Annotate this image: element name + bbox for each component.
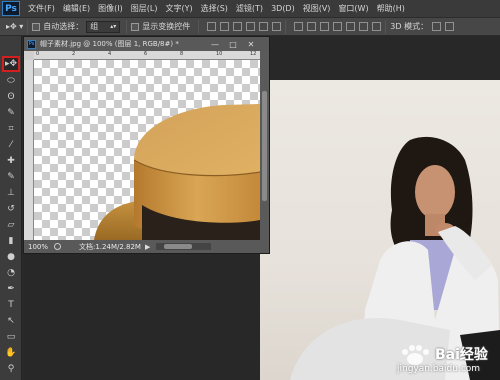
- menu-image[interactable]: 图像(I): [98, 3, 123, 14]
- watermark-brand: Bai经验: [435, 347, 488, 363]
- options-divider: [126, 19, 128, 34]
- maximize-icon[interactable]: □: [225, 39, 241, 50]
- align-left-icon[interactable]: [246, 22, 256, 31]
- blur-tool-icon[interactable]: ●: [4, 250, 18, 264]
- menu-help[interactable]: 帮助(H): [377, 3, 405, 14]
- distribute-top-icon[interactable]: [294, 22, 304, 31]
- ruler-tick-label: 0: [36, 51, 40, 57]
- distribute-left-icon[interactable]: [333, 22, 343, 31]
- show-transform-label: 显示变换控件: [142, 22, 191, 31]
- 3d-rotate-icon[interactable]: [432, 22, 442, 31]
- align-vcenter-icon[interactable]: [220, 22, 230, 31]
- pen-tool-icon[interactable]: ✒: [4, 282, 18, 296]
- document-title: 帽子素材.jpg @ 100% (图层 1, RGB/8#) *: [40, 40, 179, 48]
- menu-file[interactable]: 文件(F): [28, 3, 55, 14]
- menu-select[interactable]: 选择(S): [201, 3, 228, 14]
- document-window[interactable]: Ps 帽子素材.jpg @ 100% (图层 1, RGB/8#) * — □ …: [23, 36, 270, 254]
- photoshop-window: Ps 文件(F) 编辑(E) 图像(I) 图层(L) 文字(Y) 选择(S) 滤…: [0, 0, 500, 380]
- clone-stamp-tool-icon[interactable]: ⊥: [4, 186, 18, 200]
- move-tool-preset-icon[interactable]: ▸✥ ▾: [6, 22, 23, 31]
- woman-photo-document[interactable]: [260, 80, 500, 380]
- align-bottom-icon[interactable]: [233, 22, 243, 31]
- path-select-tool-icon[interactable]: ↖: [4, 314, 18, 328]
- eraser-tool-icon[interactable]: ▱: [4, 218, 18, 232]
- auto-select-value: 组: [90, 22, 99, 31]
- align-top-icon[interactable]: [207, 22, 217, 31]
- dodge-tool-icon[interactable]: ◔: [4, 266, 18, 280]
- baidu-watermark: Bai经验 jingyan.baidu.com: [397, 344, 497, 378]
- gradient-tool-icon[interactable]: ▮: [4, 234, 18, 248]
- shape-tool-icon[interactable]: ▭: [4, 330, 18, 344]
- menu-filter[interactable]: 滤镜(T): [236, 3, 263, 14]
- horizontal-ruler[interactable]: 0 2 4 6 8 10 12: [34, 51, 260, 60]
- zoom-level[interactable]: 100%: [28, 243, 50, 251]
- watermark-url: jingyan.baidu.com: [397, 364, 481, 374]
- auto-select-dropdown[interactable]: 组 ▴▾: [86, 20, 121, 33]
- paw-icon: [402, 345, 429, 365]
- lasso-tool-icon[interactable]: ʘ: [4, 90, 18, 104]
- menu-layer[interactable]: 图层(L): [131, 3, 158, 14]
- menu-edit[interactable]: 编辑(E): [63, 3, 90, 14]
- ruler-tick-label: 6: [144, 51, 148, 57]
- horizontal-scroll-thumb[interactable]: [164, 244, 193, 249]
- marquee-tool-icon[interactable]: ⬭: [4, 74, 18, 88]
- ruler-tick-label: 8: [180, 51, 184, 57]
- vertical-scrollbar[interactable]: [260, 51, 269, 240]
- tools-panel: ▸✥ ⬭ ʘ ✎ ⌗ ⁄ ✚ ✎ ⊥ ↺ ▱ ▮ ● ◔ ✒ T ↖ ▭ ✋ ⚲: [0, 36, 22, 380]
- vertical-ruler[interactable]: [24, 60, 34, 240]
- minimize-icon[interactable]: —: [207, 39, 223, 50]
- woman-photo: [290, 136, 500, 380]
- align-hcenter-icon[interactable]: [259, 22, 269, 31]
- menu-type[interactable]: 文字(Y): [165, 3, 192, 14]
- horizontal-scrollbar[interactable]: [156, 243, 212, 250]
- options-divider: [385, 19, 387, 34]
- ps-logo-icon: Ps: [2, 1, 20, 16]
- options-divider: [27, 19, 29, 34]
- hat-canvas[interactable]: [34, 60, 260, 240]
- document-status-bar: 100% 文档:1.24M/2.82M ▶: [24, 240, 269, 253]
- menu-3d[interactable]: 3D(D): [271, 4, 295, 13]
- eyedropper-tool-icon[interactable]: ⁄: [4, 138, 18, 152]
- distribute-vcenter-icon[interactable]: [307, 22, 317, 31]
- quick-select-tool-icon[interactable]: ✎: [4, 106, 18, 120]
- close-icon[interactable]: ✕: [243, 38, 259, 50]
- menu-view[interactable]: 视图(V): [303, 3, 331, 14]
- ruler-tick-label: 12: [250, 51, 257, 57]
- menu-bar: Ps 文件(F) 编辑(E) 图像(I) 图层(L) 文字(Y) 选择(S) 滤…: [0, 0, 500, 17]
- chevron-down-icon: ▴▾: [110, 23, 117, 30]
- auto-select-checkbox[interactable]: [32, 22, 41, 31]
- auto-select-label: 自动选择：: [43, 22, 84, 31]
- zoom-tool-icon[interactable]: ⚲: [4, 362, 18, 376]
- 3d-roll-icon[interactable]: [445, 22, 455, 31]
- distribute-hcenter-icon[interactable]: [346, 22, 356, 31]
- straw-hat-image: [94, 104, 260, 240]
- ruler-origin[interactable]: [24, 51, 34, 60]
- healing-brush-tool-icon[interactable]: ✚: [4, 154, 18, 168]
- document-size-info: 文档:1.24M/2.82M: [79, 242, 141, 251]
- ruler-tick-label: 10: [216, 51, 223, 57]
- distribute-bottom-icon[interactable]: [320, 22, 330, 31]
- options-divider: [198, 19, 200, 34]
- move-tool-icon[interactable]: ▸✥: [2, 56, 20, 72]
- show-transform-checkbox[interactable]: [131, 22, 140, 31]
- status-menu-arrow-icon[interactable]: ▶: [145, 243, 150, 251]
- status-info-icon: [54, 243, 61, 250]
- menu-window[interactable]: 窗口(W): [338, 3, 368, 14]
- ps-document-icon: Ps: [27, 39, 36, 49]
- crop-tool-icon[interactable]: ⌗: [4, 122, 18, 136]
- distribute-right-icon[interactable]: [359, 22, 369, 31]
- vertical-scroll-thumb[interactable]: [262, 91, 267, 201]
- history-brush-tool-icon[interactable]: ↺: [4, 202, 18, 216]
- ruler-tick-label: 2: [72, 51, 76, 57]
- hand-tool-icon[interactable]: ✋: [4, 346, 18, 360]
- ruler-tick-label: 4: [108, 51, 112, 57]
- brush-tool-icon[interactable]: ✎: [4, 170, 18, 184]
- auto-align-icon[interactable]: [372, 22, 382, 31]
- align-right-icon[interactable]: [272, 22, 282, 31]
- type-tool-icon[interactable]: T: [4, 298, 18, 312]
- options-divider: [285, 19, 287, 34]
- mode-3d-label: 3D 模式：: [390, 22, 429, 31]
- document-titlebar[interactable]: Ps 帽子素材.jpg @ 100% (图层 1, RGB/8#) * — □ …: [24, 37, 269, 51]
- options-bar: ▸✥ ▾ 自动选择： 组 ▴▾ 显示变换控件 3D 模式：: [0, 17, 500, 36]
